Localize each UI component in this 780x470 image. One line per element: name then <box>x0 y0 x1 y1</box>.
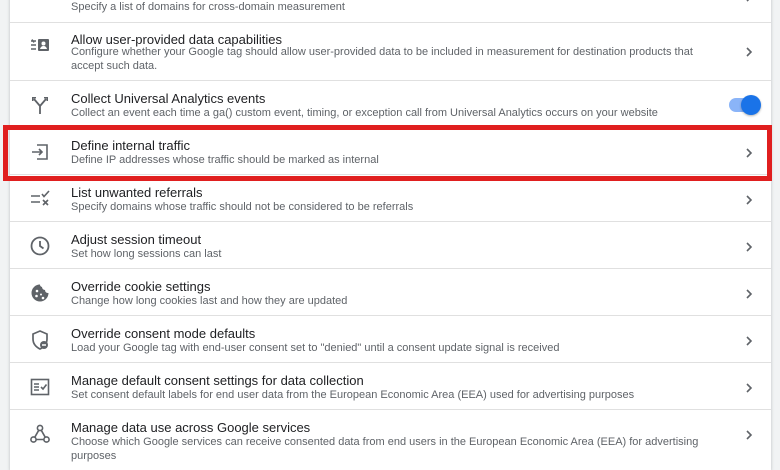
chevron-right-icon <box>743 335 755 347</box>
row-description: Load your Google tag with end-user conse… <box>71 342 560 354</box>
settings-row-default-consent-settings[interactable]: Manage default consent settings for data… <box>10 363 771 410</box>
settings-row-cross-domain[interactable]: Specify a list of domains for cross-doma… <box>10 0 771 23</box>
cookie-icon <box>29 282 51 304</box>
toggle-knob <box>741 95 761 115</box>
row-title: Define internal traffic <box>71 138 190 153</box>
row-title: Override consent mode defaults <box>71 326 256 341</box>
consent-shield-icon <box>29 329 51 351</box>
row-description: Specify a list of domains for cross-doma… <box>71 1 345 13</box>
settings-row-unwanted-referrals[interactable]: List unwanted referrals Specify domains … <box>10 175 771 222</box>
row-description: Choose which Google services can receive… <box>71 436 699 462</box>
login-arrow-icon <box>29 141 51 163</box>
user-provided-data-icon <box>29 34 51 56</box>
row-title: Manage data use across Google services <box>71 420 311 435</box>
row-title: List unwanted referrals <box>71 185 203 200</box>
row-description: Collect an event each time a ga() custom… <box>71 107 658 119</box>
list-unwanted-icon <box>29 188 51 210</box>
chevron-right-icon <box>743 429 755 441</box>
row-description: Change how long cookies last and how the… <box>71 295 348 307</box>
chevron-right-icon <box>743 194 755 206</box>
row-description: Set how long sessions can last <box>71 248 222 260</box>
chevron-right-icon <box>743 0 755 3</box>
row-title: Collect Universal Analytics events <box>71 91 266 106</box>
settings-row-cookie-settings[interactable]: Override cookie settings Change how long… <box>10 269 771 316</box>
row-description: Set consent default labels for end user … <box>71 389 635 401</box>
settings-row-user-provided-data[interactable]: Allow user-provided data capabilities Co… <box>10 23 771 81</box>
merge-arrows-icon <box>29 94 51 116</box>
row-title: Override cookie settings <box>71 279 211 294</box>
settings-row-define-internal-traffic[interactable]: Define internal traffic Define IP addres… <box>10 127 771 175</box>
row-title: Adjust session timeout <box>71 232 202 247</box>
share-nodes-icon <box>29 423 51 445</box>
row-description: Configure whether your Google tag should… <box>71 46 693 72</box>
chevron-right-icon <box>743 288 755 300</box>
clock-icon <box>29 235 51 257</box>
row-title: Manage default consent settings for data… <box>71 373 364 388</box>
chevron-right-icon <box>743 241 755 253</box>
chevron-right-icon <box>743 382 755 394</box>
settings-row-consent-mode-defaults[interactable]: Override consent mode defaults Load your… <box>10 316 771 363</box>
checklist-icon <box>29 376 51 398</box>
row-description: Define IP addresses whose traffic should… <box>71 154 379 166</box>
row-description: Specify domains whose traffic should not… <box>71 201 414 213</box>
chevron-right-icon <box>743 46 755 58</box>
settings-row-data-use-google-services[interactable]: Manage data use across Google services C… <box>10 410 771 462</box>
settings-row-collect-ua-events[interactable]: Collect Universal Analytics events Colle… <box>10 81 771 127</box>
settings-row-session-timeout[interactable]: Adjust session timeout Set how long sess… <box>10 222 771 269</box>
chevron-right-icon <box>743 147 755 159</box>
collect-ua-events-toggle[interactable] <box>729 95 761 115</box>
